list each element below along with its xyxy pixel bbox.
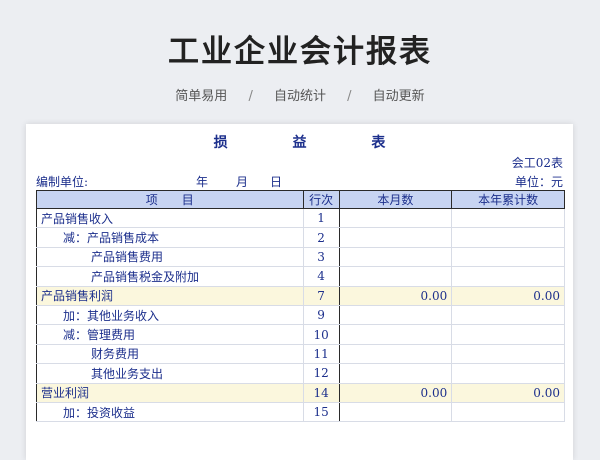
- table-row: 产品销售税金及附加 4: [36, 266, 565, 287]
- cell-item[interactable]: 营业利润: [36, 383, 304, 403]
- table-row: 减：产品销售成本 2: [36, 227, 565, 248]
- cell-item[interactable]: 减：管理费用: [36, 324, 304, 345]
- day-label: 日: [270, 175, 283, 189]
- cell-month[interactable]: [339, 247, 453, 268]
- cell-item[interactable]: 加：其他业务收入: [36, 305, 304, 326]
- table-row: 减：管理费用 10: [36, 324, 565, 345]
- cell-ytd[interactable]: [451, 266, 565, 287]
- cell-ytd[interactable]: [451, 402, 565, 423]
- feature-auto-update: 自动更新: [372, 89, 425, 104]
- col-line: 行次: [302, 190, 340, 209]
- table-row: 其他业务支出 12: [36, 363, 565, 384]
- income-statement-table: 项 目 行次 本月数 本年累计数 产品销售收入 1 减：产品销售成本 2 产品销售费用 3…: [36, 190, 565, 423]
- cell-month[interactable]: [339, 402, 453, 423]
- page-title: 工业企业会计报表: [168, 34, 432, 70]
- cell-line[interactable]: 3: [302, 247, 340, 268]
- cell-month[interactable]: [339, 305, 453, 326]
- cell-line[interactable]: 2: [302, 227, 340, 248]
- sheet-title: 损 益 表: [26, 132, 573, 152]
- separator: /: [347, 89, 352, 104]
- feature-list: 简单易用 / 自动统计 / 自动更新: [0, 85, 600, 104]
- cell-line[interactable]: 12: [302, 363, 340, 384]
- table-row: 加：其他业务收入 9: [36, 305, 565, 326]
- cell-line[interactable]: 14: [302, 383, 340, 403]
- table-row: 加：投资收益 15: [36, 402, 565, 423]
- cell-month[interactable]: [339, 363, 453, 384]
- cell-line[interactable]: 9: [302, 305, 340, 326]
- company-label: 编制单位:: [36, 175, 89, 189]
- cell-ytd[interactable]: 0.00: [451, 286, 565, 306]
- cell-line[interactable]: 11: [302, 344, 340, 365]
- table-row: 产品销售费用 3: [36, 247, 565, 268]
- cell-ytd[interactable]: 0.00: [451, 383, 565, 403]
- cell-month[interactable]: [339, 266, 453, 287]
- col-item: 项 目: [36, 190, 304, 209]
- cell-item[interactable]: 财务费用: [36, 344, 304, 365]
- cell-ytd[interactable]: [451, 324, 565, 345]
- year-label: 年: [196, 175, 209, 189]
- col-month: 本月数: [338, 190, 453, 209]
- col-ytd: 本年累计数: [451, 190, 565, 209]
- cell-item[interactable]: 产品销售费用: [36, 247, 304, 268]
- table-row: 营业利润 14 0.00 0.00: [36, 383, 565, 403]
- cell-item[interactable]: 减：产品销售成本: [36, 227, 304, 248]
- cell-ytd[interactable]: [451, 363, 565, 384]
- currency-unit: 单位：元: [514, 175, 563, 189]
- cell-item[interactable]: 产品销售收入: [36, 208, 304, 229]
- feature-auto-stats: 自动统计: [273, 89, 326, 104]
- cell-item[interactable]: 加：投资收益: [36, 402, 304, 423]
- table-header-row: 项 目 行次 本月数 本年累计数: [36, 190, 565, 209]
- table-row: 产品销售收入 1: [36, 208, 565, 229]
- cell-ytd[interactable]: [451, 344, 565, 365]
- cell-line[interactable]: 15: [302, 402, 340, 423]
- table-row: 财务费用 11: [36, 344, 565, 365]
- cell-item[interactable]: 其他业务支出: [36, 363, 304, 384]
- cell-month[interactable]: [339, 324, 453, 345]
- cell-line[interactable]: 7: [302, 286, 340, 306]
- form-code: 会工02表: [511, 156, 563, 170]
- cell-month[interactable]: [339, 344, 453, 365]
- cell-month[interactable]: 0.00: [339, 286, 453, 306]
- month-label: 月: [236, 175, 249, 189]
- sheet-title-char: 表: [371, 135, 386, 151]
- cell-item[interactable]: 产品销售利润: [36, 286, 304, 306]
- cell-line[interactable]: 1: [302, 208, 340, 229]
- sheet-title-char: 益: [292, 135, 307, 151]
- spreadsheet-preview: 损 益 表 会工02表 编制单位: 年 月 日 单位：元 项 目 行次 本月数 …: [26, 124, 573, 460]
- cell-ytd[interactable]: [451, 208, 565, 229]
- cell-ytd[interactable]: [451, 305, 565, 326]
- cell-line[interactable]: 10: [302, 324, 340, 345]
- separator: /: [248, 89, 253, 104]
- cell-month[interactable]: 0.00: [339, 383, 453, 403]
- cell-line[interactable]: 4: [302, 266, 340, 287]
- cell-ytd[interactable]: [451, 247, 565, 268]
- sheet-title-char: 损: [213, 135, 228, 151]
- meta-row: 编制单位: 年 月 日 单位：元: [36, 173, 563, 189]
- table-row: 产品销售利润 7 0.00 0.00: [36, 286, 565, 306]
- cell-ytd[interactable]: [451, 227, 565, 248]
- feature-easy: 简单易用: [175, 89, 228, 104]
- cell-month[interactable]: [339, 227, 453, 248]
- cell-item[interactable]: 产品销售税金及附加: [36, 266, 304, 287]
- cell-month[interactable]: [339, 208, 453, 229]
